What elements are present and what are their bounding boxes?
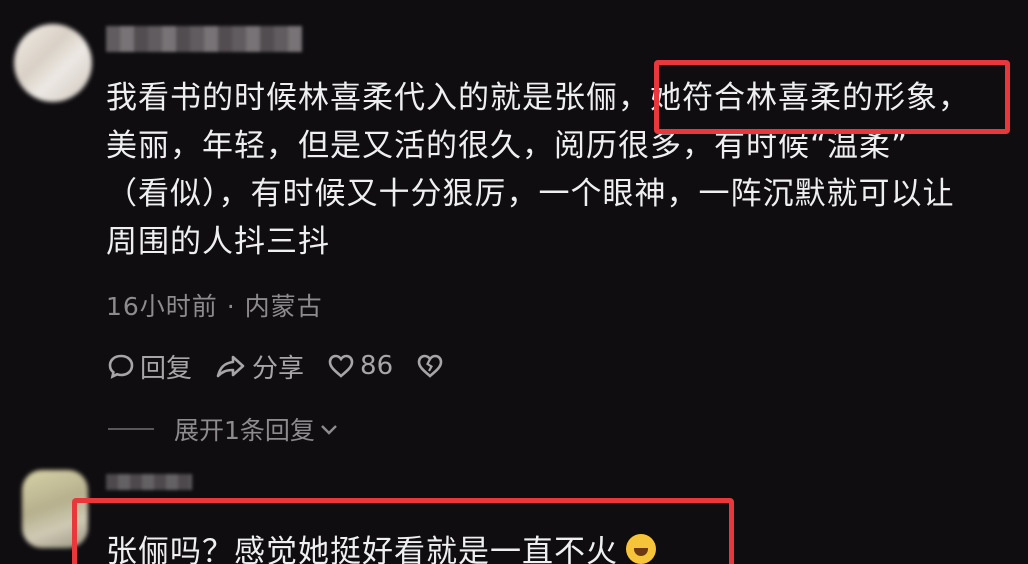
broken-heart-icon [417,354,443,378]
expand-replies[interactable]: 展开1条回复 [108,411,341,447]
comment-thread: 我看书的时候林喜柔代入的就是张俪，她符合林喜柔的形象， 美丽，年轻，但是又活的很… [0,0,1028,564]
reply-button[interactable]: 回复 [106,348,192,385]
reply-label: 回复 [140,353,193,384]
share-button[interactable]: 分享 [214,348,304,385]
share-label: 分享 [252,353,305,384]
reply-username-blurred[interactable] [106,474,192,490]
laughing-crying-emoji-icon [626,533,656,564]
share-icon [216,355,245,378]
chevron-down-icon [321,425,337,435]
comment-line-3: （看似），有时候又十分狠厉，一个眼神，一阵沉默就可以让 [106,176,955,212]
username-blurred[interactable] [106,26,302,52]
highlight-box [654,60,1010,134]
avatar[interactable] [14,24,92,102]
expand-replies-label: 展开1条回复 [174,416,315,445]
comment-actions: 回复 分享 86 [106,348,471,384]
dislike-button[interactable] [415,351,449,381]
reply-comment: 张俪吗？感觉她挺好看就是一直不火 [106,526,656,564]
reply-text: 张俪吗？感觉她挺好看就是一直不火 [106,534,618,564]
reply-icon [108,354,134,379]
like-count: 86 [360,351,394,381]
heart-icon [328,354,354,378]
comment-line-4: 周围的人抖三抖 [106,224,330,260]
divider [108,428,154,430]
comment-meta: 16小时前 · 内蒙古 [106,292,323,321]
like-button[interactable]: 86 [326,351,393,381]
